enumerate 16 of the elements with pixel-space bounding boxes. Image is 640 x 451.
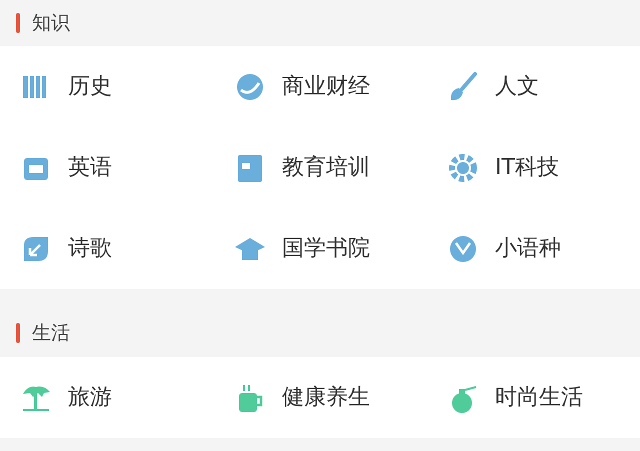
section-title: 知识 xyxy=(32,10,70,36)
category-item[interactable]: 时尚生活 xyxy=(427,357,640,438)
category-item[interactable]: 教育培训 xyxy=(214,127,427,208)
category-item[interactable]: 旅游 xyxy=(0,357,214,438)
section-marker xyxy=(16,13,20,33)
category-item[interactable]: 历史 xyxy=(0,46,214,127)
section-title: 生活 xyxy=(32,320,70,346)
category-item[interactable]: IT科技 xyxy=(427,127,640,208)
category-item[interactable]: 商业财经 xyxy=(214,46,427,127)
category-item[interactable]: 诗歌 xyxy=(0,208,214,289)
category-item[interactable]: 人文 xyxy=(427,46,640,127)
category-item[interactable]: 小语种 xyxy=(427,208,640,289)
category-item[interactable]: 国学书院 xyxy=(214,208,427,289)
category-item[interactable]: 健康养生 xyxy=(214,357,427,438)
category-item[interactable]: 英语 xyxy=(0,127,214,208)
section-marker xyxy=(16,323,20,343)
